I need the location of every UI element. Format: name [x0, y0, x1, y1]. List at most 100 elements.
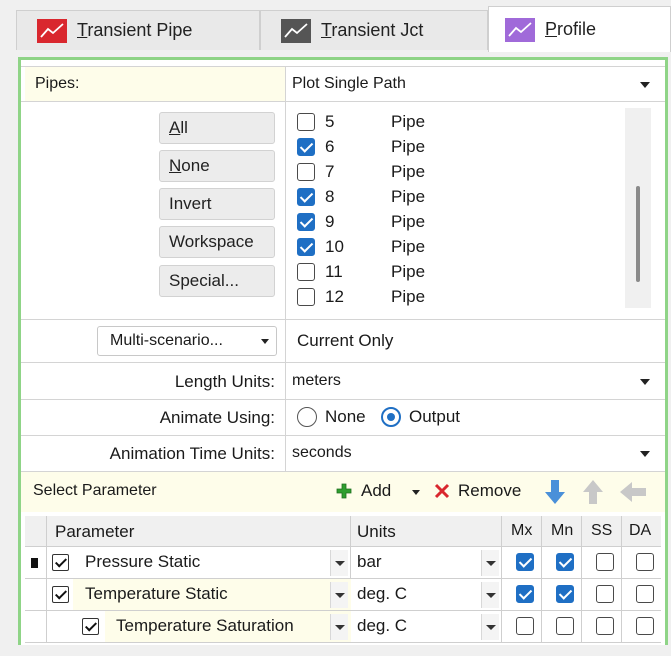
- animate-output-option[interactable]: Output: [381, 407, 460, 427]
- pipe-checkbox[interactable]: [297, 112, 315, 131]
- none-button[interactable]: None: [159, 150, 275, 182]
- row-enable-checkbox[interactable]: [52, 586, 69, 603]
- table-row[interactable]: Pressure Static bar: [25, 547, 661, 578]
- pipe-checkbox[interactable]: [297, 287, 315, 306]
- all-button[interactable]: All: [159, 112, 275, 144]
- scrollbar-thumb[interactable]: [636, 186, 640, 282]
- mn-checkbox[interactable]: [556, 617, 574, 635]
- list-item[interactable]: 12 Pipe: [293, 284, 623, 309]
- list-item[interactable]: 11 Pipe: [293, 259, 623, 284]
- animate-row: Animate Using: None Output: [21, 400, 665, 436]
- tab-bar: Transient Pipe Transient Jct Profile: [0, 0, 671, 52]
- animate-none-option[interactable]: None: [297, 407, 366, 427]
- pipe-checkbox[interactable]: [297, 212, 315, 231]
- pipe-list-scrollbar[interactable]: [625, 108, 651, 308]
- pipe-type: Pipe: [391, 211, 426, 231]
- radio-output[interactable]: [381, 407, 401, 427]
- invert-button[interactable]: Invert: [159, 188, 275, 220]
- da-checkbox[interactable]: [636, 617, 654, 635]
- tab-profile[interactable]: Profile: [488, 6, 671, 52]
- row-enable-checkbox[interactable]: [82, 618, 99, 635]
- time-units-row: Animation Time Units: seconds: [21, 436, 665, 472]
- pipe-number: 12: [325, 286, 344, 306]
- column-header-units[interactable]: Units: [357, 522, 396, 542]
- pipe-number: 8: [325, 186, 335, 206]
- list-item[interactable]: 8 Pipe: [293, 184, 623, 209]
- pipe-type: Pipe: [391, 136, 426, 156]
- pipe-type: Pipe: [391, 111, 426, 131]
- parameter-grid: Parameter Units Mx Mn SS DA Pressure Sta…: [21, 512, 665, 645]
- pipe-type: Pipe: [391, 161, 426, 181]
- remove-button[interactable]: Remove: [434, 481, 521, 501]
- list-item[interactable]: 10 Pipe: [293, 234, 623, 259]
- grid-header: Parameter Units Mx Mn SS DA: [25, 516, 661, 546]
- parameter-combo-chevron-icon[interactable]: [330, 550, 348, 576]
- pipe-checkbox[interactable]: [297, 162, 315, 181]
- move-down-arrow-icon[interactable]: [543, 478, 567, 506]
- multi-scenario-button[interactable]: Multi-scenario...: [97, 326, 277, 356]
- tab-transient-jct[interactable]: Transient Jct: [260, 10, 488, 50]
- radio-none[interactable]: [297, 407, 317, 427]
- table-row[interactable]: Temperature Static deg. C: [25, 579, 661, 610]
- tab-label: Transient Pipe: [77, 20, 193, 40]
- pipe-number: 11: [325, 261, 343, 281]
- pipes-row: Pipes: Plot Single Path: [21, 66, 665, 102]
- add-dropdown-chevron-icon[interactable]: [412, 490, 420, 495]
- da-checkbox[interactable]: [636, 553, 654, 571]
- ss-checkbox[interactable]: [596, 585, 614, 603]
- pipe-type: Pipe: [391, 186, 426, 206]
- pipe-checkbox[interactable]: [297, 137, 315, 156]
- scenario-row: Multi-scenario... Current Only: [21, 320, 665, 363]
- row-selector-marker: [31, 558, 38, 568]
- move-up-arrow-icon[interactable]: [581, 478, 605, 506]
- transient-graph-icon: [281, 18, 311, 43]
- special-button[interactable]: Special...: [159, 265, 275, 297]
- column-header-mn[interactable]: Mn: [551, 522, 573, 540]
- table-row[interactable]: Temperature Saturation deg. C: [25, 611, 661, 642]
- pipe-checkbox[interactable]: [297, 187, 315, 206]
- time-units-label: Animation Time Units:: [109, 444, 275, 463]
- tab-label: Transient Jct: [321, 20, 424, 40]
- animate-output-label: Output: [409, 407, 461, 426]
- list-item[interactable]: 6 Pipe: [293, 134, 623, 159]
- time-units-dropdown[interactable]: seconds: [286, 436, 665, 471]
- tab-transient-pipe[interactable]: Transient Pipe: [16, 10, 260, 50]
- pipe-checkbox[interactable]: [297, 262, 315, 281]
- units-combo-chevron-icon[interactable]: [481, 582, 499, 608]
- list-item[interactable]: 7 Pipe: [293, 159, 623, 184]
- profile-panel: Pipes: Plot Single Path All None Invert …: [18, 57, 668, 645]
- column-header-parameter[interactable]: Parameter: [55, 522, 134, 542]
- ss-checkbox[interactable]: [596, 617, 614, 635]
- column-header-ss[interactable]: SS: [591, 522, 612, 540]
- plot-mode-dropdown[interactable]: Plot Single Path: [286, 67, 665, 101]
- parameter-combo-chevron-icon[interactable]: [330, 582, 348, 608]
- length-units-row: Length Units: meters: [21, 363, 665, 400]
- list-item[interactable]: 9 Pipe: [293, 209, 623, 234]
- mx-checkbox[interactable]: [516, 617, 534, 635]
- parameter-combo-chevron-icon[interactable]: [330, 614, 348, 640]
- mn-checkbox[interactable]: [556, 553, 574, 571]
- multi-scenario-label: Multi-scenario...: [110, 332, 223, 349]
- column-header-da[interactable]: DA: [629, 522, 651, 540]
- parameter-toolbar: Select Parameter Add Remove: [21, 472, 665, 512]
- time-units-value: seconds: [292, 444, 352, 461]
- workspace-button[interactable]: Workspace: [159, 226, 275, 258]
- length-units-label: Length Units:: [174, 372, 275, 391]
- ss-checkbox[interactable]: [596, 553, 614, 571]
- units-combo-chevron-icon[interactable]: [481, 614, 499, 640]
- parameter-name: Temperature Static: [85, 584, 228, 603]
- length-units-dropdown[interactable]: meters: [286, 363, 665, 399]
- mx-checkbox[interactable]: [516, 553, 534, 571]
- row-enable-checkbox[interactable]: [52, 554, 69, 571]
- chevron-down-icon: [261, 339, 269, 344]
- add-button[interactable]: Add: [335, 481, 391, 501]
- mn-checkbox[interactable]: [556, 585, 574, 603]
- units-combo-chevron-icon[interactable]: [481, 550, 499, 576]
- move-left-arrow-icon[interactable]: [618, 480, 648, 504]
- list-item[interactable]: 5 Pipe: [293, 109, 623, 134]
- da-checkbox[interactable]: [636, 585, 654, 603]
- column-header-mx[interactable]: Mx: [511, 522, 532, 540]
- pipe-checkbox[interactable]: [297, 237, 315, 256]
- mx-checkbox[interactable]: [516, 585, 534, 603]
- remove-label: Remove: [458, 481, 522, 500]
